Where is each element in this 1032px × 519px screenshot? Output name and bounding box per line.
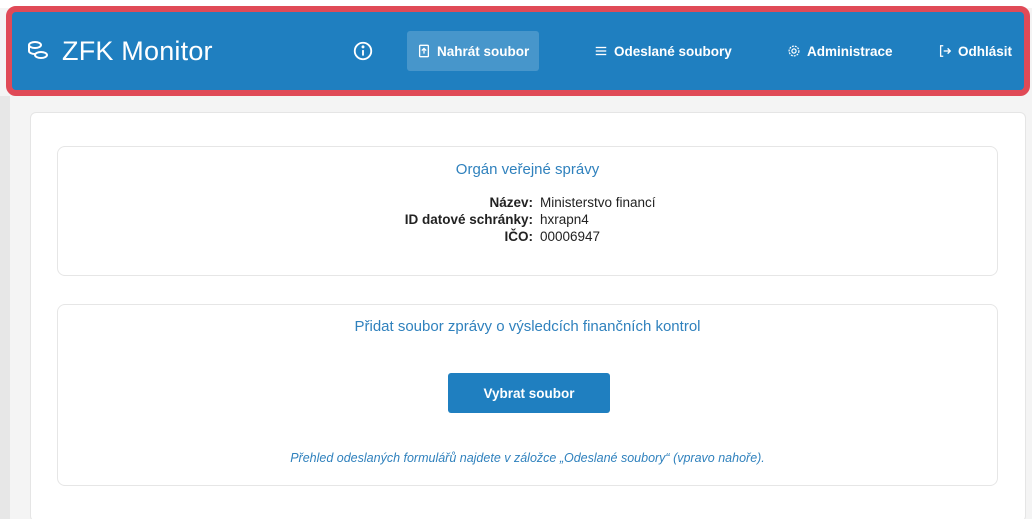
upload-file-icon — [418, 44, 430, 58]
nav-upload[interactable]: Nahrát soubor — [407, 31, 540, 71]
nav-logout[interactable]: Odhlásit — [928, 31, 1022, 71]
left-shadow — [0, 96, 10, 519]
nav-sent-files-label: Odeslané soubory — [614, 43, 732, 59]
nav-administration-label: Administrace — [807, 43, 893, 59]
brand-name: ZFK Monitor — [62, 35, 213, 66]
upload-title: Přidat soubor zprávy o výsledcích finanč… — [354, 318, 701, 335]
org-title: Orgán veřejné správy — [455, 161, 600, 178]
database-icon — [28, 41, 48, 59]
choose-file-button[interactable]: Vybrat soubor — [448, 373, 610, 413]
org-name-label: Název: — [489, 195, 533, 210]
nav-upload-label: Nahrát soubor — [437, 43, 530, 59]
logout-icon — [939, 45, 952, 57]
org-card: Orgán veřejné správy Název: Ministerstvo… — [57, 146, 998, 276]
org-ico-label: IČO: — [504, 229, 534, 244]
org-ico-value: 00006947 — [540, 229, 601, 244]
brand[interactable]: ZFK Monitor — [26, 36, 213, 67]
nav-sent-files[interactable]: Odeslané soubory — [584, 31, 742, 71]
list-icon — [595, 46, 607, 56]
nav-administration[interactable]: Administrace — [777, 31, 903, 71]
navbar: ZFK Monitor Nahrát soubor Odeslané soubo… — [12, 12, 1024, 90]
info-icon[interactable] — [352, 40, 374, 62]
org-databox-value: hxrapn4 — [540, 212, 589, 227]
org-name-value: Ministerstvo financí — [540, 195, 656, 210]
nav-logout-label: Odhlásit — [958, 43, 1013, 59]
main-panel: Orgán veřejné správy Název: Ministerstvo… — [30, 112, 1026, 519]
navbar-highlight: ZFK Monitor Nahrát soubor Odeslané soubo… — [6, 6, 1030, 96]
upload-card: Přidat soubor zprávy o výsledcích finanč… — [57, 304, 998, 486]
gear-icon — [788, 45, 800, 57]
upload-hint: Přehled odeslaných formulářů najdete v z… — [290, 451, 765, 465]
page: ZFK Monitor Nahrát soubor Odeslané soubo… — [0, 0, 1032, 519]
org-info: Název: Ministerstvo financí ID datové sc… — [58, 195, 997, 244]
org-databox-label: ID datové schránky: — [404, 212, 533, 227]
